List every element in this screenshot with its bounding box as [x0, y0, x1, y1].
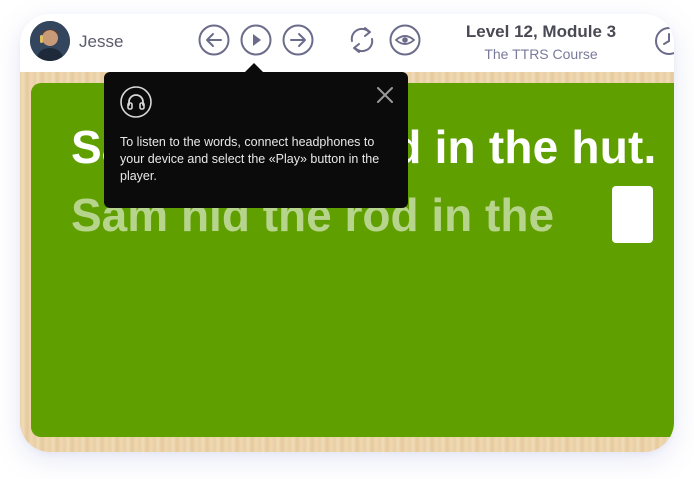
- forward-button[interactable]: [282, 24, 314, 56]
- repeat-icon: [350, 27, 374, 53]
- avatar[interactable]: [30, 21, 70, 61]
- tooltip-pointer: [244, 63, 264, 73]
- answer-input-slot[interactable]: [612, 186, 653, 243]
- page: Jesse Level 12, Module 3 The TTRS Course…: [0, 0, 694, 479]
- lesson-title: Level 12, Module 3: [465, 22, 617, 41]
- clock-icon: [655, 27, 674, 55]
- header-bar: Jesse Level 12, Module 3 The TTRS Course: [20, 14, 674, 72]
- avatar-image: [30, 21, 70, 61]
- repeat-button[interactable]: [345, 23, 379, 57]
- course-name: The TTRS Course: [484, 46, 598, 62]
- arrow-left-icon: [198, 24, 230, 56]
- back-button[interactable]: [198, 24, 230, 56]
- settings-button[interactable]: [654, 26, 674, 56]
- tooltip-message: To listen to the words, connect headphon…: [120, 135, 380, 183]
- show-button[interactable]: [389, 24, 421, 56]
- play-button[interactable]: [240, 24, 272, 56]
- arrow-right-icon: [282, 24, 314, 56]
- headphones-tooltip: To listen to the words, connect headphon…: [104, 72, 408, 208]
- eye-icon: [389, 24, 421, 56]
- close-icon[interactable]: [374, 84, 396, 106]
- user-name: Jesse: [79, 32, 124, 51]
- play-icon: [240, 24, 272, 56]
- headphones-icon: [120, 86, 152, 118]
